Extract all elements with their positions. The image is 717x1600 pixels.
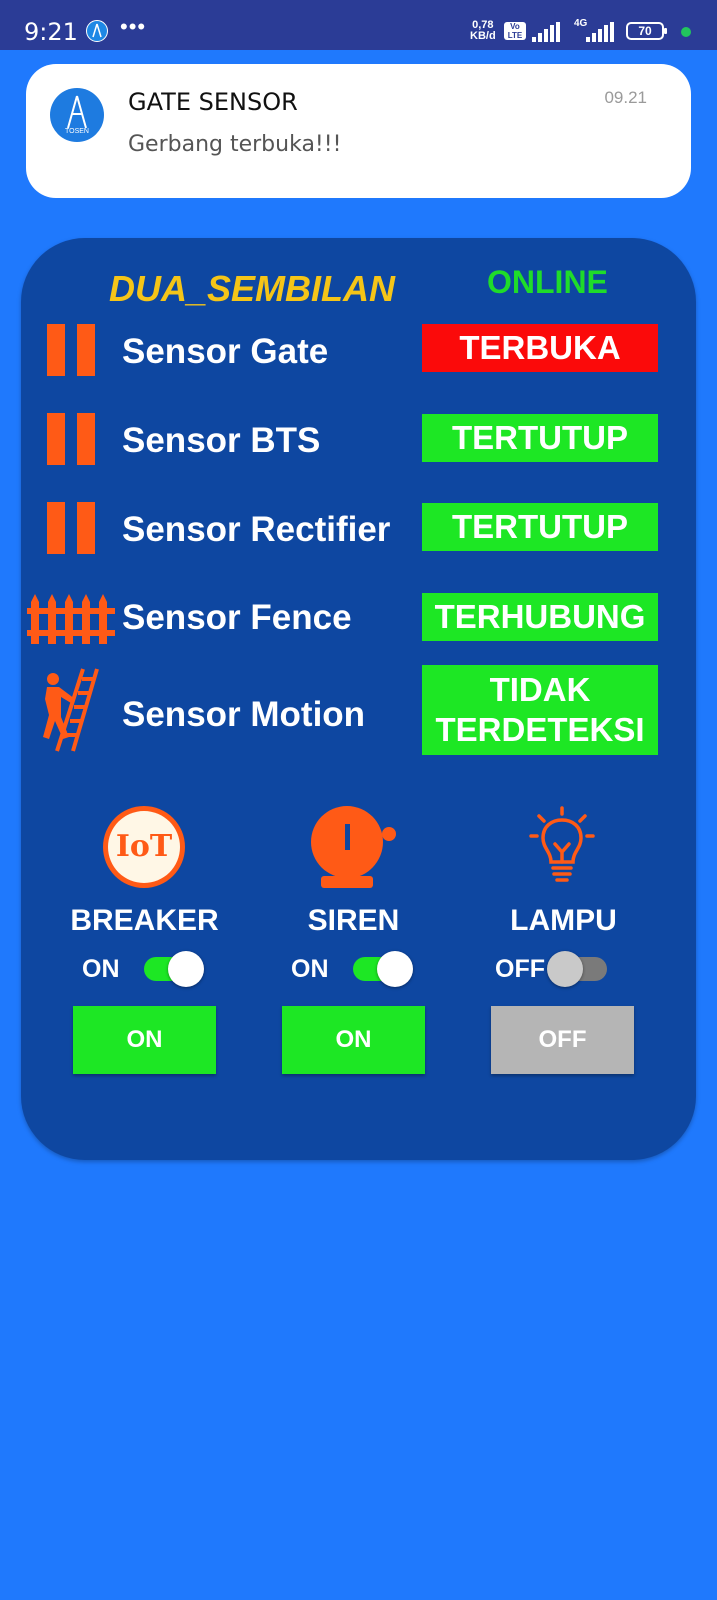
sensor-status-badge: TERHUBUNG bbox=[422, 593, 658, 641]
device-name: DUA_SEMBILAN bbox=[109, 268, 396, 309]
sensor-label: Sensor BTS bbox=[122, 421, 321, 460]
signal-icon-sim1 bbox=[532, 22, 560, 42]
siren-toggle-switch[interactable] bbox=[349, 950, 413, 988]
volte-icon: Vo LTE bbox=[504, 22, 526, 40]
light-bulb-icon bbox=[529, 806, 595, 882]
notification-body: Gerbang terbuka!!! bbox=[128, 132, 342, 157]
volte-top-text: Vo bbox=[510, 22, 520, 31]
sensor-status-badge: TERTUTUP bbox=[422, 503, 658, 551]
battery-icon: 70 bbox=[626, 22, 667, 40]
privacy-indicator-dot bbox=[681, 27, 691, 37]
sensor-label: Sensor Gate bbox=[122, 332, 329, 371]
switch-state-text: ON bbox=[82, 955, 120, 983]
fence-icon bbox=[27, 594, 115, 644]
control-label: BREAKER bbox=[70, 904, 219, 937]
sensor-label: Sensor Motion bbox=[122, 695, 366, 734]
network-speed-unit: KB/d bbox=[470, 30, 496, 42]
iot-icon: IoT bbox=[103, 806, 185, 888]
notification-title: GATE SENSOR bbox=[128, 88, 298, 116]
app-notification-icon bbox=[86, 20, 108, 42]
pause-icon bbox=[47, 324, 95, 376]
app-logo-icon: TOSEN bbox=[50, 88, 104, 142]
notification-card[interactable]: TOSEN GATE SENSOR Gerbang terbuka!!! 09.… bbox=[26, 64, 691, 198]
signal-icon-sim2 bbox=[586, 22, 614, 42]
more-notifications-icon: ••• bbox=[120, 14, 147, 39]
sensor-status-line2: TERDETEKSI bbox=[435, 711, 645, 748]
pause-icon bbox=[47, 413, 95, 465]
sensor-status-line1: TIDAK bbox=[489, 671, 591, 708]
lampu-toggle-switch[interactable] bbox=[547, 950, 611, 988]
siren-button[interactable]: ON bbox=[282, 1006, 425, 1074]
sensor-status-badge: TERBUKA bbox=[422, 324, 658, 372]
climbing-ladder-icon bbox=[43, 668, 99, 752]
sensor-panel: DUA_SEMBILAN ONLINE Sensor Gate TERBUKA … bbox=[21, 238, 696, 1160]
volte-bottom-text: LTE bbox=[507, 31, 523, 40]
control-label: LAMPU bbox=[510, 904, 617, 937]
breaker-button[interactable]: ON bbox=[73, 1006, 216, 1074]
clock: 9:21 bbox=[24, 18, 78, 46]
iot-icon-text: IoT bbox=[108, 811, 180, 883]
lampu-button[interactable]: OFF bbox=[491, 1006, 634, 1074]
bell-icon bbox=[311, 806, 396, 888]
switch-state-text: OFF bbox=[495, 955, 545, 983]
pause-icon bbox=[47, 502, 95, 554]
sensor-label: Sensor Rectifier bbox=[122, 510, 391, 549]
sensor-status-badge: TERTUTUP bbox=[422, 414, 658, 462]
notification-time: 09.21 bbox=[604, 88, 647, 107]
connection-status: ONLINE bbox=[487, 264, 608, 300]
control-label: SIREN bbox=[307, 904, 400, 937]
status-bar: 9:21 ••• 0,78 KB/d Vo LTE 4G 70 bbox=[0, 0, 717, 50]
network-speed: 0,78 KB/d bbox=[470, 20, 496, 42]
app-logo-text: TOSEN bbox=[65, 128, 89, 135]
sensor-label: Sensor Fence bbox=[122, 598, 352, 637]
breaker-toggle-switch[interactable] bbox=[140, 950, 204, 988]
sensor-status-badge: TIDAK TERDETEKSI bbox=[422, 665, 658, 755]
switch-state-text: ON bbox=[291, 955, 329, 983]
